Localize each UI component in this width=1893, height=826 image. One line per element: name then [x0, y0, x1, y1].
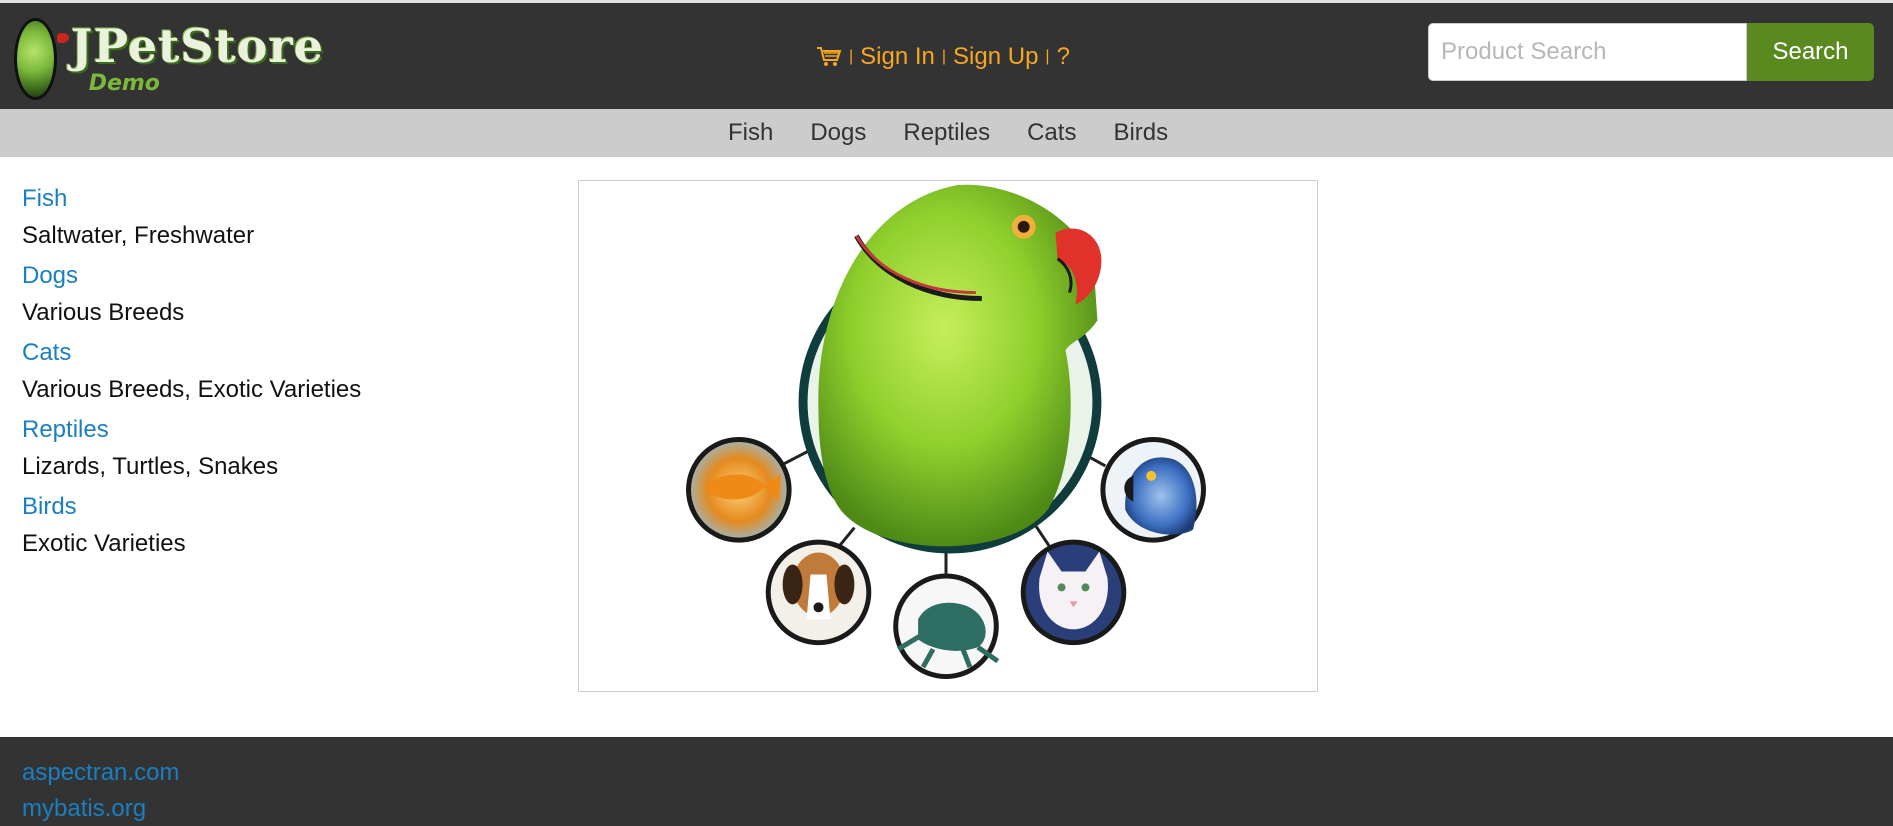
- category-link-cats[interactable]: Cats: [1027, 119, 1076, 147]
- sidebar-link-cats[interactable]: Cats: [22, 336, 502, 370]
- sidebar-item: Birds Exotic Varieties: [22, 490, 502, 567]
- product-search-form: Search: [1428, 23, 1874, 81]
- logo-title: JPetStore: [70, 19, 324, 73]
- site-logo[interactable]: JPetStore Demo: [14, 15, 324, 103]
- main-category-image: [578, 180, 1318, 692]
- category-link-reptiles[interactable]: Reptiles: [903, 119, 990, 147]
- sidebar-link-fish[interactable]: Fish: [22, 182, 502, 216]
- sidebar-link-dogs[interactable]: Dogs: [22, 259, 502, 293]
- sidebar-description: Exotic Varieties: [22, 530, 186, 557]
- sidebar-description: Lizards, Turtles, Snakes: [22, 453, 279, 480]
- sidebar-description: Various Breeds, Exotic Varieties: [22, 376, 362, 403]
- category-sidebar: Fish Saltwater, Freshwater Dogs Various …: [22, 182, 502, 567]
- sign-in-link[interactable]: Sign In: [860, 43, 935, 71]
- sidebar-item: Cats Various Breeds, Exotic Varieties: [22, 336, 502, 413]
- nav-separator: |: [849, 48, 854, 65]
- sidebar-link-reptiles[interactable]: Reptiles: [22, 413, 502, 447]
- sidebar-link-birds[interactable]: Birds: [22, 490, 502, 524]
- site-header: JPetStore Demo | Sign In | Sign Up | ? S…: [0, 0, 1893, 109]
- cart-icon[interactable]: [816, 46, 842, 68]
- category-link-birds[interactable]: Birds: [1113, 119, 1168, 147]
- sign-up-link[interactable]: Sign Up: [953, 43, 1038, 71]
- footer-link-aspectran[interactable]: aspectran.com: [22, 755, 1893, 791]
- account-nav: | Sign In | Sign Up | ?: [816, 43, 1070, 71]
- product-search-input[interactable]: [1428, 23, 1747, 81]
- help-link[interactable]: ?: [1057, 43, 1070, 71]
- site-footer: aspectran.com mybatis.org: [0, 737, 1893, 826]
- sidebar-item: Fish Saltwater, Freshwater: [22, 182, 502, 259]
- nav-separator: |: [941, 48, 947, 65]
- logo-subtitle: Demo: [88, 71, 160, 96]
- sidebar-item: Reptiles Lizards, Turtles, Snakes: [22, 413, 502, 490]
- sidebar-description: Various Breeds: [22, 299, 185, 326]
- sidebar-item: Dogs Various Breeds: [22, 259, 502, 336]
- category-link-fish[interactable]: Fish: [728, 119, 773, 147]
- category-link-dogs[interactable]: Dogs: [810, 119, 866, 147]
- parrot-logo-icon: [14, 18, 69, 100]
- footer-link-mybatis[interactable]: mybatis.org: [22, 791, 1893, 826]
- nav-separator: |: [1045, 48, 1050, 65]
- category-bar: Fish Dogs Reptiles Cats Birds: [0, 109, 1893, 157]
- sidebar-description: Saltwater, Freshwater: [22, 222, 255, 249]
- search-button[interactable]: Search: [1747, 23, 1874, 81]
